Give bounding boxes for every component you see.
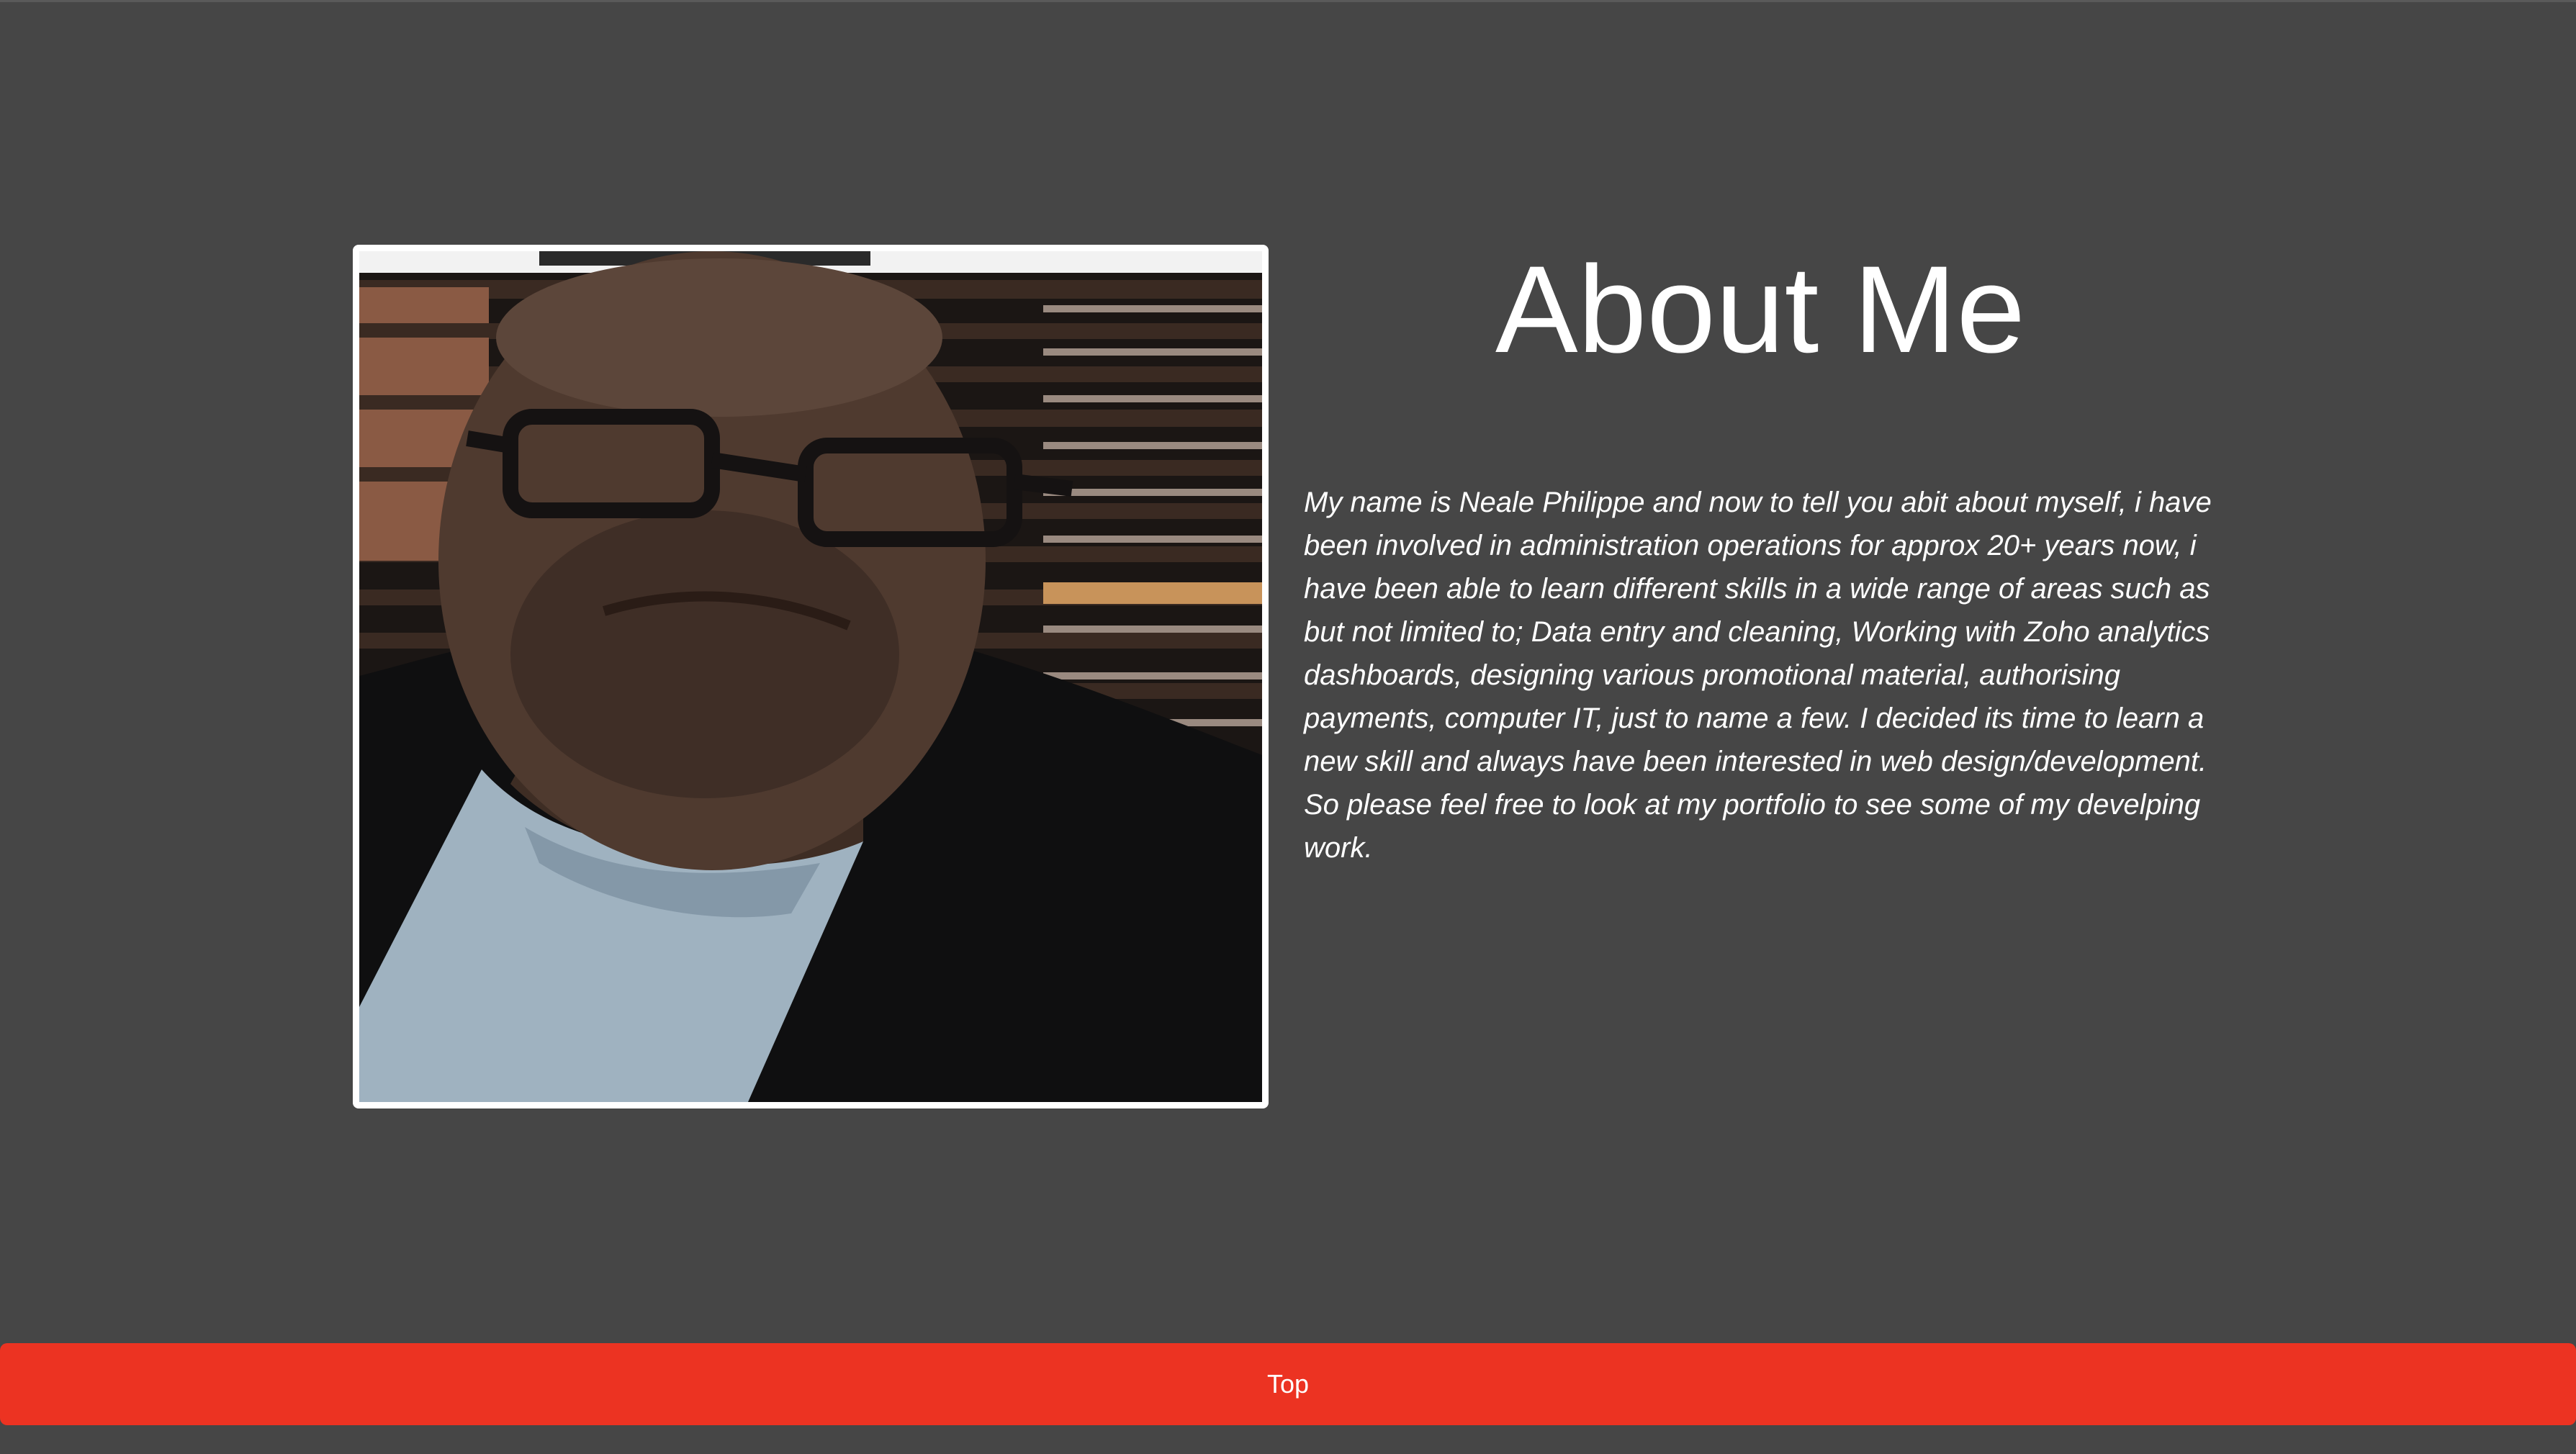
- about-bio-text: My name is Neale Philippe and now to tel…: [1304, 487, 2212, 864]
- profile-photo-image: [359, 251, 1262, 1102]
- page-title: About Me: [1495, 240, 2026, 379]
- page-top-edge: [0, 0, 2576, 2]
- profile-photo: [353, 245, 1269, 1108]
- back-to-top-button[interactable]: Top: [0, 1343, 2576, 1425]
